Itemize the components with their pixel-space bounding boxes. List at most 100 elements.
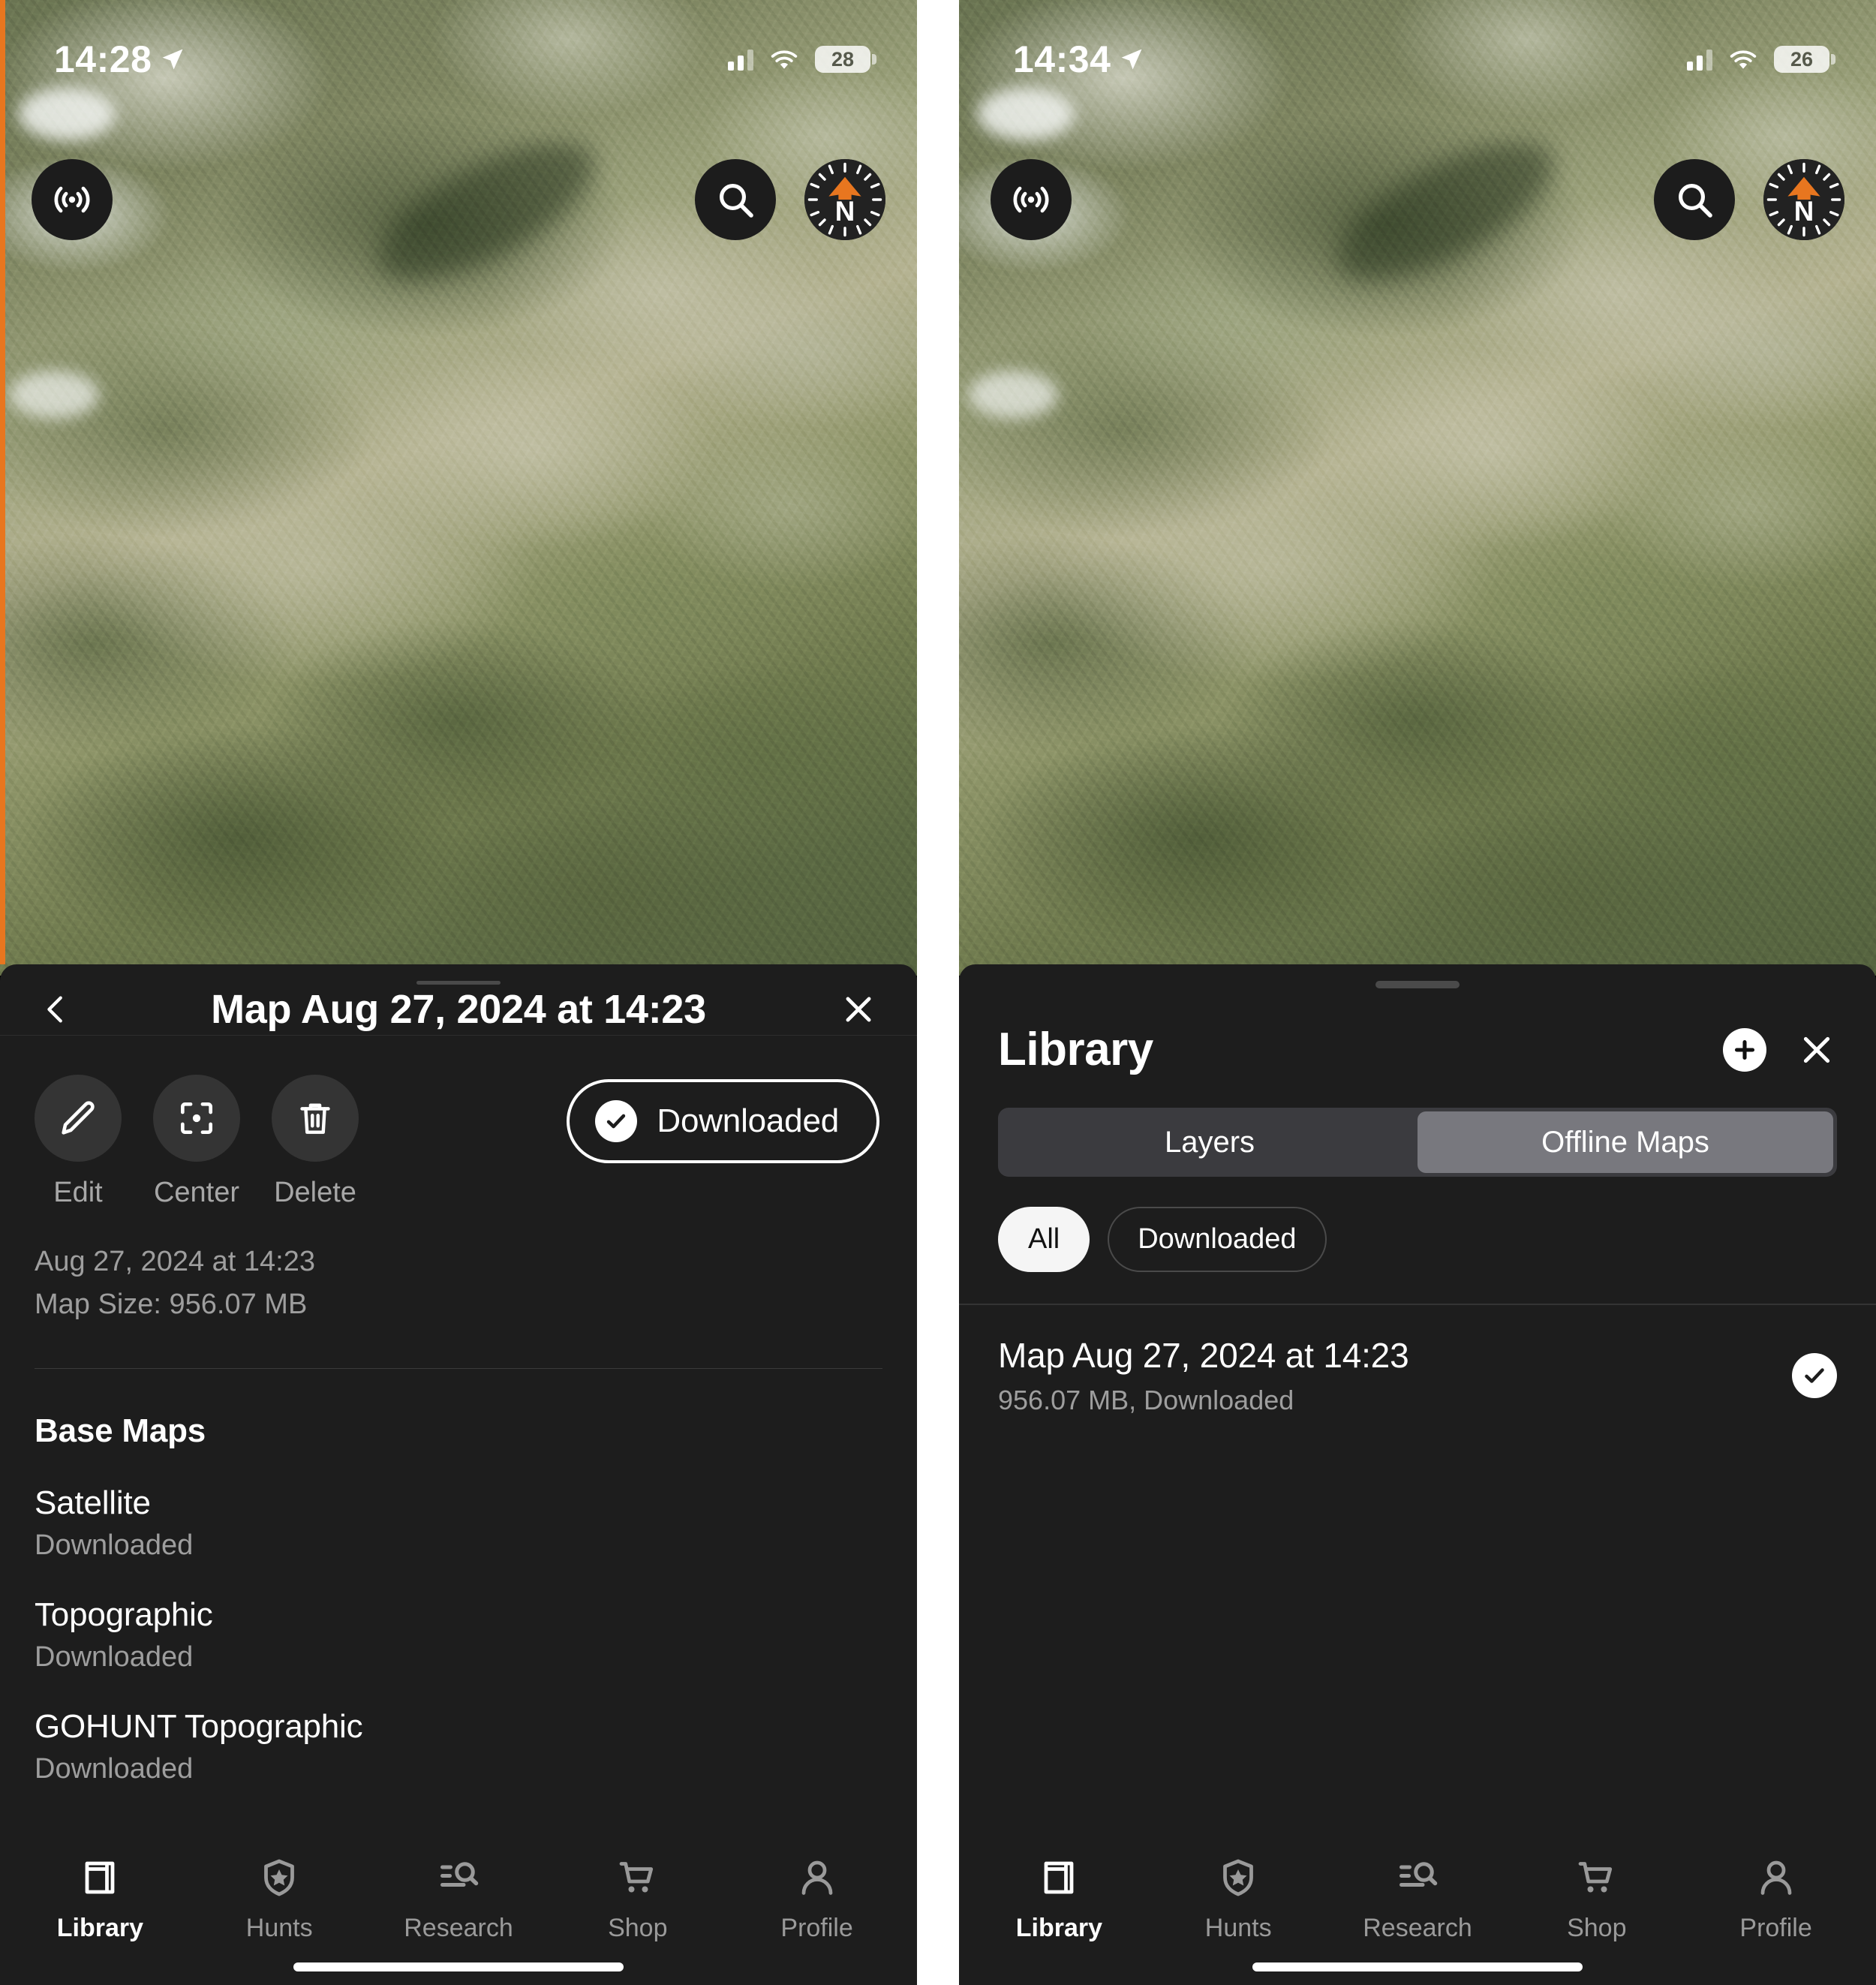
offline-map-list-item[interactable]: Map Aug 27, 2024 at 14:23 956.07 MB, Dow… xyxy=(959,1305,1876,1448)
chevron-left-icon[interactable] xyxy=(39,992,74,1027)
sheet-grabber[interactable] xyxy=(1375,981,1460,988)
cart-icon xyxy=(1578,1862,1612,1893)
page-title: Library xyxy=(998,1024,1153,1075)
tab-shop[interactable]: Shop xyxy=(548,1839,727,1943)
home-indicator[interactable] xyxy=(1252,1962,1583,1971)
downloaded-status-label: Downloaded xyxy=(657,1102,839,1140)
book-icon xyxy=(86,1861,115,1894)
search-icon xyxy=(719,183,753,218)
delete-button-bubble xyxy=(272,1075,359,1162)
action-row: Edit Center Delete Downloaded xyxy=(0,1036,917,1209)
library-sheet: Library Layers Offline Maps All Download… xyxy=(959,964,1876,1985)
chip-all[interactable]: All xyxy=(998,1207,1090,1272)
list-search-icon xyxy=(440,1862,479,1887)
broadcast-button[interactable] xyxy=(32,159,113,240)
center-button[interactable]: Center xyxy=(153,1075,240,1209)
home-indicator[interactable] xyxy=(293,1962,624,1971)
shield-star-icon xyxy=(1223,1859,1254,1896)
edit-button-label: Edit xyxy=(53,1177,103,1209)
tab-research[interactable]: Research xyxy=(369,1839,549,1943)
wifi-icon xyxy=(771,50,798,69)
wifi-icon xyxy=(1730,50,1757,69)
chip-downloaded[interactable]: Downloaded xyxy=(1108,1207,1327,1272)
edit-button[interactable]: Edit xyxy=(35,1075,122,1209)
compass-icon: N xyxy=(804,159,885,240)
center-button-label: Center xyxy=(153,1177,240,1209)
add-offline-map-button[interactable] xyxy=(1723,1027,1766,1072)
tab-layers[interactable]: Layers xyxy=(1002,1111,1418,1173)
tab-label: Library xyxy=(1015,1914,1103,1942)
tab-profile[interactable]: Profile xyxy=(727,1839,906,1943)
sheet-bottom-area: Library Hunts Research Shop Profile xyxy=(959,1785,1876,1985)
location-arrow-icon xyxy=(162,49,183,70)
bottom-tab-bar: Library Hunts Research Shop Profile xyxy=(959,1785,1876,1943)
map-forest-shadow xyxy=(1318,114,1574,308)
compass-icon: N xyxy=(1763,159,1844,240)
close-icon[interactable] xyxy=(1796,1030,1837,1070)
satellite-map-canvas[interactable] xyxy=(0,0,917,976)
close-icon[interactable] xyxy=(839,990,878,1029)
tab-profile[interactable]: Profile xyxy=(1686,1839,1865,1943)
battery-level: 26 xyxy=(1790,47,1814,71)
map-created-date: Aug 27, 2024 at 14:23 xyxy=(35,1246,315,1278)
map-meta: Aug 27, 2024 at 14:23 Map Size: 956.07 M… xyxy=(0,1209,917,1326)
trash-icon xyxy=(300,1103,330,1134)
map-snow-patch xyxy=(968,371,1059,419)
downloaded-status-button[interactable]: Downloaded xyxy=(567,1079,879,1164)
delete-button-label: Delete xyxy=(274,1177,356,1209)
downloaded-check-badge[interactable] xyxy=(1792,1353,1837,1398)
tab-offline-maps[interactable]: Offline Maps xyxy=(1418,1111,1833,1173)
map-snow-patch xyxy=(18,88,116,140)
check-icon xyxy=(607,1114,626,1129)
book-icon xyxy=(1045,1861,1074,1894)
map-search-button[interactable] xyxy=(695,159,776,240)
bottom-tab-bar: Library Hunts Research Shop Profile xyxy=(0,1785,917,1943)
person-icon xyxy=(801,1860,832,1895)
map-forest-shadow xyxy=(359,114,615,308)
right-phone-screen: 14:34 26 N Library Layers Offline Maps A… xyxy=(959,0,1876,1985)
library-segmented-control: Layers Offline Maps xyxy=(998,1108,1837,1177)
delete-button[interactable]: Delete xyxy=(272,1075,359,1209)
base-map-item-topographic[interactable]: Topographic Downloaded xyxy=(35,1596,882,1674)
compass-button[interactable]: N xyxy=(804,159,885,240)
tab-label: Shop xyxy=(1567,1914,1627,1942)
base-map-name: GOHUNT Topographic xyxy=(35,1708,363,1745)
base-maps-heading: Base Maps xyxy=(35,1412,206,1449)
base-map-item-satellite[interactable]: Satellite Downloaded xyxy=(35,1484,882,1562)
tab-hunts[interactable]: Hunts xyxy=(190,1839,369,1943)
cellular-bars-icon xyxy=(728,48,753,71)
sheet-bottom-area: Library Hunts Research Shop Profile xyxy=(0,1785,917,1985)
tab-library[interactable]: Library xyxy=(970,1839,1149,1943)
status-time: 14:28 xyxy=(54,38,152,80)
base-map-item-gohunt-topographic[interactable]: GOHUNT Topographic Downloaded xyxy=(35,1708,882,1785)
map-search-button[interactable] xyxy=(1654,159,1735,240)
filter-chip-row: All Downloaded xyxy=(959,1177,1876,1272)
map-size: Map Size: 956.07 MB xyxy=(35,1289,308,1321)
tab-research[interactable]: Research xyxy=(1328,1839,1508,1943)
tab-shop[interactable]: Shop xyxy=(1507,1839,1686,1943)
svg-text:N: N xyxy=(1794,196,1814,227)
search-icon xyxy=(1678,183,1712,218)
base-map-status: Downloaded xyxy=(35,1641,194,1673)
satellite-map-canvas[interactable] xyxy=(959,0,1876,976)
cart-icon xyxy=(619,1862,653,1893)
base-maps-section: Base Maps Satellite Downloaded Topograph… xyxy=(0,1369,917,1785)
broadcast-button[interactable] xyxy=(991,159,1072,240)
tab-label: Profile xyxy=(780,1914,853,1942)
tab-library[interactable]: Library xyxy=(11,1839,190,1943)
map-snow-patch xyxy=(977,88,1075,140)
battery-level: 28 xyxy=(831,47,855,71)
pencil-icon xyxy=(62,1101,95,1135)
center-button-bubble xyxy=(153,1075,240,1162)
tab-label: Research xyxy=(404,1914,513,1942)
sheet-header: Map Aug 27, 2024 at 14:23 xyxy=(0,985,917,1036)
shield-star-icon xyxy=(264,1859,295,1896)
list-item-texts: Map Aug 27, 2024 at 14:23 956.07 MB, Dow… xyxy=(998,1335,1792,1416)
status-bar: 14:28 28 xyxy=(0,0,917,90)
map-snow-patch xyxy=(9,371,100,419)
base-map-status: Downloaded xyxy=(35,1753,194,1785)
edit-button-bubble xyxy=(35,1075,122,1162)
compass-button[interactable]: N xyxy=(1763,159,1844,240)
tab-label: Hunts xyxy=(1204,1914,1272,1942)
tab-hunts[interactable]: Hunts xyxy=(1149,1839,1328,1943)
